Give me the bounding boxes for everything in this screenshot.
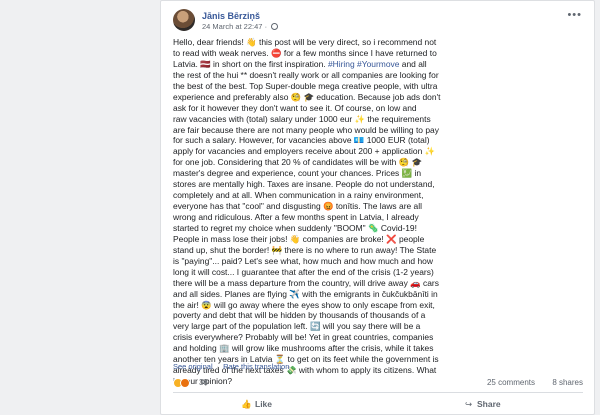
translation-bar: See original · Rate this translation <box>173 362 289 371</box>
post-text-line: there will be a mass departure from the … <box>173 277 439 288</box>
post-text-line: stores are mentally high. Taxes are insa… <box>173 179 435 190</box>
share-arrow-icon: ↪ <box>464 399 473 409</box>
share-label: Share <box>477 399 501 409</box>
timestamp[interactable]: 24 March at 22:47 <box>202 22 262 31</box>
post-text-line: are fair because there are not many peop… <box>173 124 439 135</box>
post-text-line: started to regret my choice when suddenl… <box>173 222 417 233</box>
post-card: Jānis Bērziņš 24 March at 22:47 · ••• He… <box>160 0 595 415</box>
post-text-line: apply for vacancies and employers receiv… <box>173 146 436 157</box>
post-text-line: for such a salary. However, for vacancie… <box>173 135 430 146</box>
post-text-line: stand up, shut the border! 🚧 there is no… <box>173 244 437 255</box>
comments-count[interactable]: 25 comments <box>487 378 535 387</box>
post-text-line: the best of the best. Top Super-double m… <box>173 80 438 91</box>
post-text-line: poverty and debt that will be hidden by … <box>173 310 426 321</box>
post-text-line: Latvia. 🇱🇻 in short on the first inspira… <box>173 58 427 69</box>
post-text-line: experience and preferably also 🧐 🎓 educa… <box>173 91 441 102</box>
post-text-line: and all sides. Planes are flying ✈️ with… <box>173 288 438 299</box>
hashtag-link[interactable]: #Yourmove <box>357 59 399 69</box>
post-text-line: the rest of the hui ** doesn't really wo… <box>173 69 439 80</box>
hashtag-link[interactable]: #Hiring <box>328 59 355 69</box>
separator-dot: · <box>264 22 268 31</box>
post-text-line: Hello, dear friends! 👋 this post will be… <box>173 37 437 47</box>
more-options-icon[interactable]: ••• <box>567 9 582 21</box>
translation-separator: · <box>216 362 220 371</box>
post-text-line: People in mass lose their jobs! 👋 compan… <box>173 233 425 244</box>
post-text-line: to read with weak nerves. ⛔ for a few mo… <box>173 47 437 58</box>
thumbs-up-icon: 👍 <box>241 399 252 409</box>
author-name[interactable]: Jānis Bērziņš <box>202 11 260 21</box>
rate-translation-link[interactable]: Rate this translation <box>223 362 289 371</box>
share-button[interactable]: ↪ Share <box>463 395 501 413</box>
post-text-line: wrong and ridiculous. After a few months… <box>173 212 419 222</box>
reaction-count[interactable]: 38 <box>199 378 208 387</box>
post-text-line: and holding 🏢 will grow like mushrooms a… <box>173 343 434 354</box>
avatar[interactable] <box>173 9 195 31</box>
angry-reaction-icon <box>180 378 190 388</box>
post-text-line: raw vacancies with (total) salary under … <box>173 113 431 124</box>
post-text-line: ask for it however they don't want to se… <box>173 102 417 113</box>
post-text: Hello, dear friends! 👋 this post will be… <box>173 37 583 387</box>
like-label: Like <box>255 399 273 409</box>
post-text-line: long it will cost... I guarantee that af… <box>173 266 434 277</box>
divider <box>173 392 583 393</box>
globe-icon <box>271 23 279 30</box>
post-text-line: is "paying"... paid? Let's see what, how… <box>173 255 433 266</box>
post-actions: 👍 Like ↪ Share <box>173 395 583 413</box>
post-time: 24 March at 22:47 · <box>202 22 279 31</box>
see-original-link[interactable]: See original <box>173 362 213 371</box>
post-text-line: very large part of the population left. … <box>173 321 421 332</box>
post-text-line: for one job. Considering that 20 % of ca… <box>173 157 422 168</box>
reaction-icons[interactable] <box>173 378 190 390</box>
post-text-line: completely and at all. When communicatio… <box>173 190 424 201</box>
post-text-line: master's degree and experience, count yo… <box>173 168 422 179</box>
post-text-line: crisis everywhere? Probably will be! Yet… <box>173 332 434 343</box>
post-text-line: everyone has that "cool" and disgusting … <box>173 201 422 212</box>
post-text-line: the air! 😨 will go away where the eyes s… <box>173 299 435 310</box>
reactions-bar: 38 25 comments 8 shares <box>173 377 583 391</box>
shares-count[interactable]: 8 shares <box>552 378 583 387</box>
like-button[interactable]: 👍 Like <box>241 395 272 413</box>
